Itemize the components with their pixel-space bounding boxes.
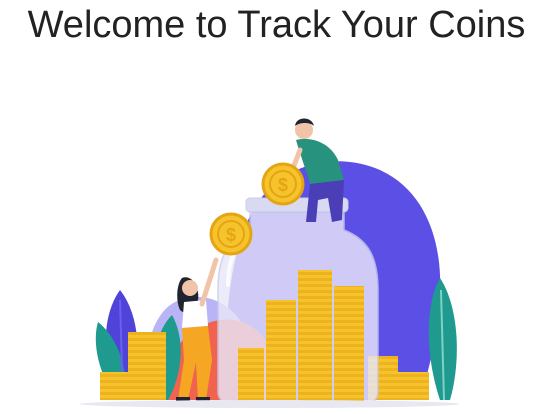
dollar-sign-icon: $ — [226, 225, 236, 245]
ground-shadow — [80, 400, 460, 408]
savings-jar-illustration: $ $ — [80, 118, 460, 408]
dollar-sign-icon: $ — [278, 175, 288, 195]
welcome-page: Welcome to Track Your Coins $ $ — [0, 0, 553, 414]
coin-icon: $ — [209, 212, 253, 256]
coin-icon: $ — [261, 162, 305, 206]
page-title: Welcome to Track Your Coins — [27, 4, 526, 46]
